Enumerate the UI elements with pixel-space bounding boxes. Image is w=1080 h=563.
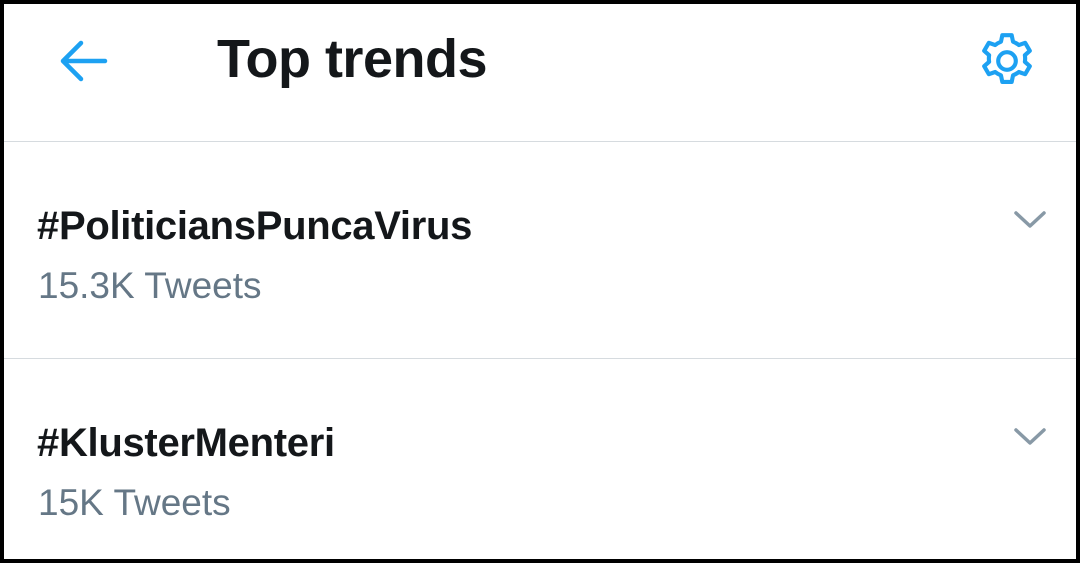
arrow-left-icon	[60, 40, 108, 82]
trend-tweet-count: 15K Tweets	[38, 482, 231, 523]
trend-name: #PoliticiansPuncaVirus	[37, 204, 473, 248]
trend-name: #KlusterMenteri	[37, 421, 335, 465]
trend-options-button[interactable]	[1010, 423, 1050, 451]
trend-item[interactable]: #PoliticiansPuncaVirus 15.3K Tweets	[4, 142, 1076, 359]
gear-icon	[982, 33, 1032, 84]
page-title: Top trends	[217, 29, 487, 89]
top-trends-screen: Top trends #PoliticiansPuncaVirus 15.3K …	[4, 4, 1076, 559]
back-button[interactable]	[52, 30, 114, 92]
chevron-down-icon	[1014, 428, 1046, 445]
header-bar: Top trends	[4, 4, 1076, 142]
trend-tweet-count: 15.3K Tweets	[38, 265, 262, 306]
trend-options-button[interactable]	[1010, 206, 1050, 234]
settings-button[interactable]	[972, 26, 1042, 96]
trend-item[interactable]: #KlusterMenteri 15K Tweets	[4, 359, 1076, 559]
chevron-down-icon	[1014, 211, 1046, 228]
